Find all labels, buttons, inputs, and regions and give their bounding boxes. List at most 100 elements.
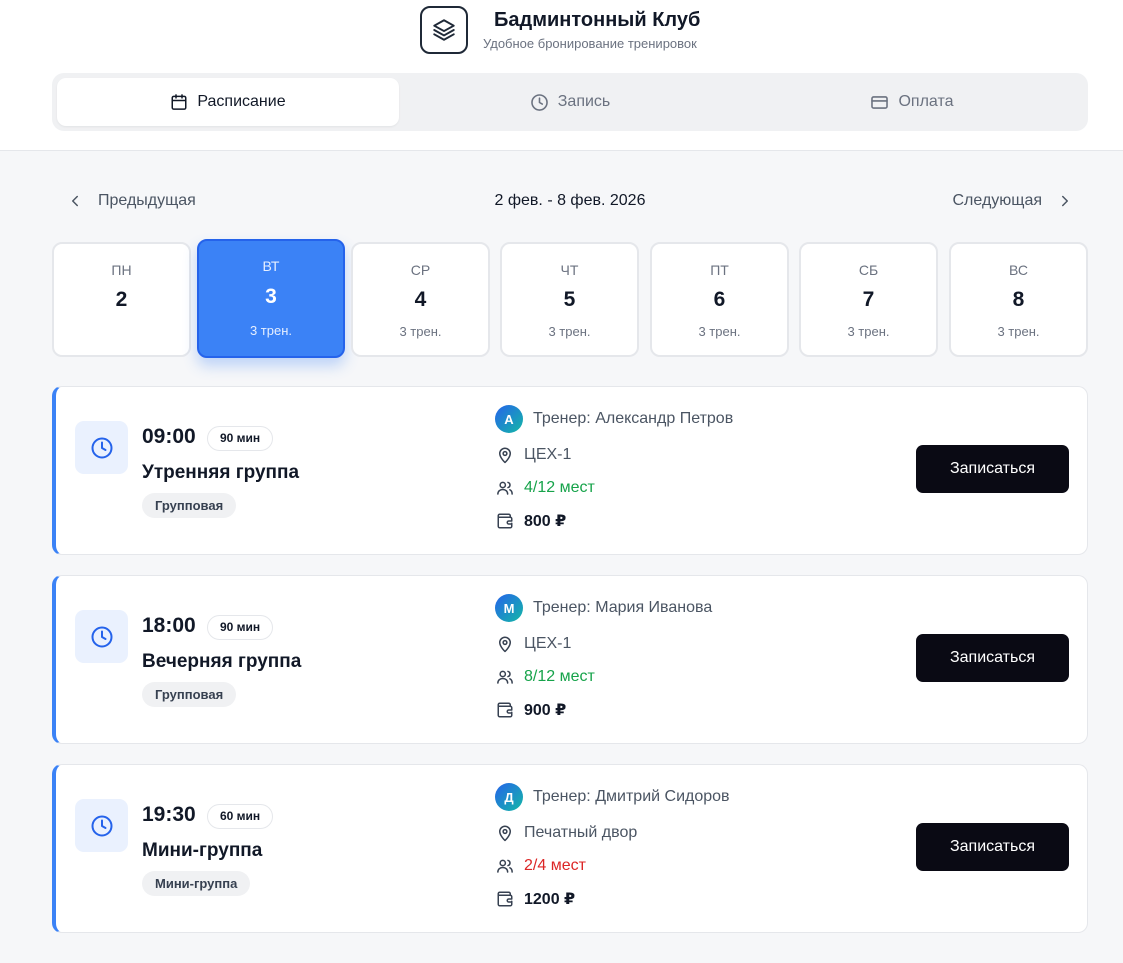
seats-text: 2/4 мест — [524, 857, 586, 874]
duration-badge: 90 мин — [207, 426, 274, 451]
location-row: ЦЕХ-1 — [496, 443, 571, 467]
wallet-icon — [497, 702, 513, 718]
location-row: Печатный двор — [496, 821, 637, 845]
day-name: ЧТ — [560, 262, 579, 278]
trainer-avatar: Д — [495, 783, 523, 811]
price-row: 1200 ₽ — [496, 887, 575, 911]
clock-icon — [75, 799, 128, 852]
session-type-badge: Групповая — [142, 682, 237, 707]
price-text: 800 ₽ — [524, 513, 567, 530]
location-text: ЦЕХ-1 — [524, 635, 572, 652]
chevron-right-icon — [1062, 195, 1068, 207]
day-card-wed[interactable]: СР 4 3 трен. — [351, 242, 490, 357]
location-row: ЦЕХ-1 — [496, 632, 571, 656]
main-tabs: Расписание Запись Оплата — [52, 73, 1088, 131]
tab-payment-label: Оплата — [898, 93, 954, 110]
session-time: 18:00 — [142, 614, 196, 637]
calendar-icon — [171, 94, 187, 110]
users-icon — [497, 859, 513, 873]
day-card-fri[interactable]: ПТ 6 3 трен. — [650, 242, 789, 357]
session-name: Утренняя группа — [142, 462, 300, 483]
day-session-count: 3 трен. — [249, 323, 293, 338]
wallet-icon — [497, 513, 513, 529]
day-session-count: 3 трен. — [548, 324, 591, 339]
app-header: Бадминтонный Клуб Удобное бронирование т… — [0, 0, 1123, 151]
next-week-label: Следующая — [952, 192, 1043, 209]
location-text: Печатный двор — [524, 824, 638, 841]
book-button[interactable]: Записаться — [916, 634, 1069, 682]
day-name: СБ — [858, 262, 879, 278]
brand-title: Бадминтонный Клуб — [494, 9, 701, 31]
clock-icon — [530, 93, 548, 111]
book-button[interactable]: Записаться — [916, 823, 1069, 871]
seats-text: 4/12 мест — [524, 479, 595, 496]
day-number: 6 — [713, 288, 726, 311]
trainer-row: Д Тренер: Дмитрий Сидоров — [495, 783, 730, 811]
trainer-name: Тренер: Александр Петров — [533, 410, 734, 427]
price-row: 900 ₽ — [496, 698, 566, 722]
duration-badge: 60 мин — [207, 804, 274, 829]
trainer-row: А Тренер: Александр Петров — [495, 405, 734, 433]
day-name: СР — [410, 262, 431, 278]
tab-payment[interactable]: Оплата — [741, 78, 1083, 126]
session-card: 19:30 60 мин Мини-группа Мини-группа Д Т… — [52, 764, 1088, 933]
day-card-sun[interactable]: ВС 8 3 трен. — [949, 242, 1088, 357]
week-navigation: Предыдущая 2 фев. - 8 фев. 2026 Следующа… — [52, 185, 1088, 217]
session-name: Мини-группа — [142, 840, 263, 861]
day-card-mon[interactable]: ПН 2 — [52, 242, 191, 357]
tab-schedule[interactable]: Расписание — [57, 78, 399, 126]
clock-icon — [75, 610, 128, 663]
trainer-avatar: М — [495, 594, 523, 622]
map-pin-icon — [499, 447, 511, 464]
day-number: 5 — [563, 288, 576, 311]
location-text: ЦЕХ-1 — [524, 446, 572, 463]
next-week-button[interactable]: Следующая — [953, 185, 1075, 217]
book-button[interactable]: Записаться — [916, 445, 1069, 493]
wallet-icon — [497, 891, 513, 907]
map-pin-icon — [499, 636, 511, 653]
day-name: ВС — [1009, 262, 1028, 278]
day-number: 4 — [414, 288, 427, 311]
day-number: 3 — [265, 285, 277, 308]
session-card: 09:00 90 мин Утренняя группа Групповая А… — [52, 386, 1088, 555]
map-pin-icon — [499, 825, 511, 842]
seats-text: 8/12 мест — [524, 668, 595, 685]
day-name: ВТ — [262, 258, 280, 274]
clock-icon — [75, 421, 128, 474]
price-row: 800 ₽ — [496, 509, 566, 533]
price-text: 900 ₽ — [524, 702, 567, 719]
users-icon — [497, 670, 513, 684]
week-range: 2 фев. - 8 фев. 2026 — [494, 192, 646, 209]
seats-row: 8/12 мест — [496, 665, 595, 689]
session-time: 19:30 — [142, 803, 196, 826]
seats-row: 2/4 мест — [496, 854, 586, 878]
trainer-row: М Тренер: Мария Иванова — [495, 594, 712, 622]
brand-subtitle: Удобное бронирование тренировок — [483, 36, 697, 51]
users-icon — [497, 481, 513, 495]
day-name: ПН — [111, 262, 132, 278]
session-type-badge: Мини-группа — [142, 871, 251, 896]
seats-row: 4/12 мест — [496, 476, 595, 500]
day-session-count: 3 трен. — [847, 324, 890, 339]
day-number: 8 — [1012, 288, 1025, 311]
day-session-count: 3 трен. — [997, 324, 1040, 339]
layers-icon — [420, 6, 468, 54]
trainer-name: Тренер: Дмитрий Сидоров — [533, 788, 730, 805]
trainer-avatar: А — [495, 405, 523, 433]
session-type-badge: Групповая — [142, 493, 237, 518]
day-card-thu[interactable]: ЧТ 5 3 трен. — [500, 242, 639, 357]
day-card-sat[interactable]: СБ 7 3 трен. — [799, 242, 938, 357]
day-card-tue[interactable]: ВТ 3 3 трен. — [197, 239, 345, 358]
tab-booking[interactable]: Запись — [399, 78, 741, 126]
session-time: 09:00 — [142, 425, 196, 448]
day-name: ПТ — [710, 262, 729, 278]
tab-booking-label: Запись — [557, 93, 611, 110]
session-name: Вечерняя группа — [142, 651, 302, 672]
tab-schedule-label: Расписание — [197, 93, 286, 110]
day-number: 2 — [115, 288, 128, 311]
credit-card-icon — [871, 95, 889, 109]
duration-badge: 90 мин — [207, 615, 274, 640]
session-card: 18:00 90 мин Вечерняя группа Групповая М… — [52, 575, 1088, 744]
day-session-count: 3 трен. — [698, 324, 741, 339]
day-selector: ПН 2 ВТ 3 3 трен. СР 4 3 трен. ЧТ 5 3 тр… — [52, 239, 1088, 358]
